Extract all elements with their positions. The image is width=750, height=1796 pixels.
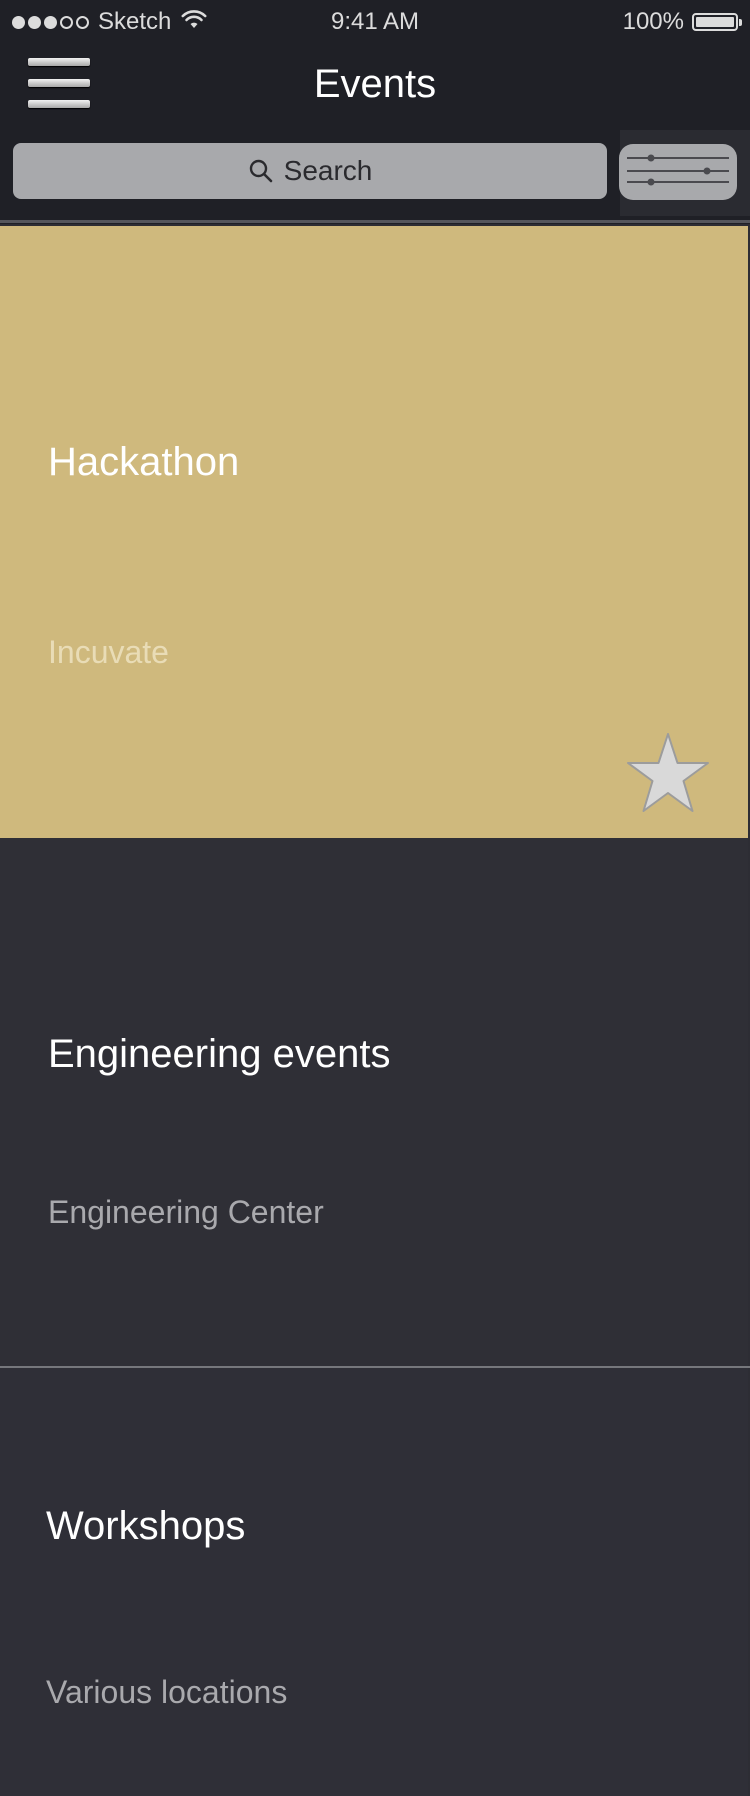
header-divider xyxy=(0,220,750,223)
page-title: Events xyxy=(313,62,437,106)
navigation-header: Sketch 9:41 AM 100% Events Search xyxy=(0,0,750,224)
battery-icon xyxy=(692,13,742,31)
event-location: Incuvate xyxy=(48,634,169,670)
event-card-engineering[interactable]: Engineering events Engineering Center xyxy=(0,838,748,1366)
event-card-hackathon[interactable]: Hackathon Incuvate xyxy=(0,226,748,838)
star-icon xyxy=(627,733,709,812)
favorite-button[interactable] xyxy=(624,730,712,816)
event-title: Engineering events xyxy=(48,1032,391,1076)
sliders-icon xyxy=(627,154,729,186)
event-location: Engineering Center xyxy=(48,1194,324,1230)
search-input[interactable]: Search xyxy=(13,143,607,199)
battery-percent: 100% xyxy=(622,8,684,35)
filter-button[interactable] xyxy=(619,144,737,200)
event-title: Hackathon xyxy=(48,440,240,484)
search-icon xyxy=(249,159,272,183)
event-location: Various locations xyxy=(46,1674,288,1710)
status-bar: Sketch 9:41 AM 100% xyxy=(0,0,750,40)
battery-level xyxy=(696,17,734,27)
status-right: 100% xyxy=(622,8,742,36)
search-placeholder: Search xyxy=(283,155,373,186)
event-title: Workshops xyxy=(46,1504,246,1548)
event-card-workshops[interactable]: Workshops Various locations xyxy=(0,1368,748,1796)
battery-tip xyxy=(739,19,742,26)
